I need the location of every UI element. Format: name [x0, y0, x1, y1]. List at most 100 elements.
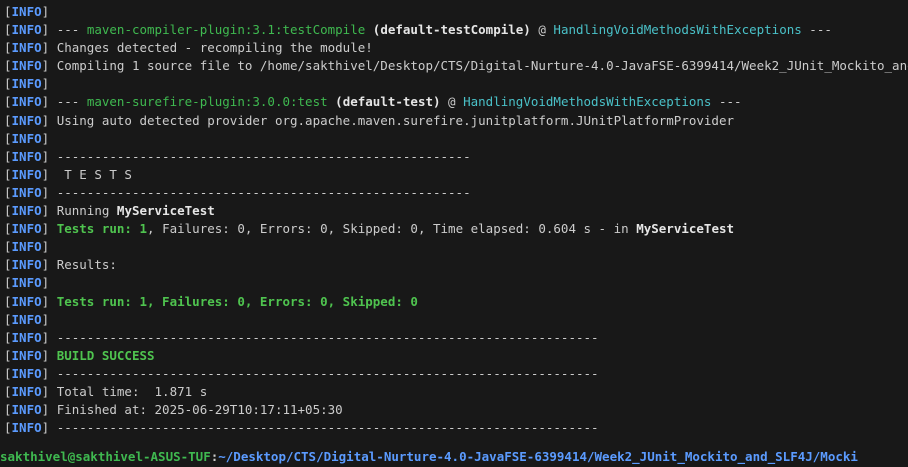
log-level-bracket: [	[4, 329, 12, 345]
log-level-bracket: ]	[41, 275, 57, 291]
log-text-segment: HandlingVoidMethodsWithExceptions	[463, 94, 712, 110]
log-level-bracket: ]	[41, 239, 57, 255]
log-line: [INFO] ---------------------------------…	[4, 365, 908, 383]
terminal-window[interactable]: [INFO] [INFO] --- maven-compiler-plugin:…	[0, 0, 908, 467]
log-level-tag: INFO	[11, 347, 42, 363]
log-level-bracket: ]	[41, 148, 57, 164]
log-line: [INFO]	[4, 274, 908, 292]
log-level-tag: INFO	[11, 148, 42, 164]
log-text-segment: Using auto detected provider org.apache.…	[56, 112, 735, 128]
log-level-bracket: ]	[41, 221, 57, 237]
log-line: [INFO] --- maven-compiler-plugin:3.1:tes…	[4, 21, 908, 39]
log-level-tag: INFO	[11, 76, 42, 92]
log-level-bracket: [	[4, 40, 12, 56]
log-line: [INFO] T E S T S	[4, 166, 908, 184]
log-level-tag: INFO	[11, 58, 42, 74]
log-level-tag: INFO	[11, 221, 42, 237]
log-line: [INFO]	[4, 311, 908, 329]
log-line: [INFO]	[4, 130, 908, 148]
log-level-bracket: [	[4, 184, 12, 200]
log-line: [INFO] ---------------------------------…	[4, 329, 908, 347]
log-level-tag: INFO	[11, 383, 42, 399]
log-level-bracket: ]	[41, 347, 57, 363]
log-level-bracket: ]	[41, 365, 57, 381]
terminal-output: [INFO] [INFO] --- maven-compiler-plugin:…	[4, 3, 908, 437]
log-level-bracket: [	[4, 22, 12, 38]
log-text-segment: maven-compiler-plugin:3.1:testCompile	[86, 22, 366, 38]
log-text-segment: ---	[56, 22, 87, 38]
log-text-segment: (default-test)	[327, 94, 441, 110]
log-line: [INFO] Compiling 1 source file to /home/…	[4, 57, 908, 75]
log-text-segment: MyServiceTest	[636, 221, 735, 237]
log-level-bracket: ]	[41, 94, 57, 110]
log-level-tag: INFO	[11, 166, 42, 182]
log-level-tag: INFO	[11, 257, 42, 273]
log-level-tag: INFO	[11, 420, 42, 436]
log-level-bracket: ]	[41, 402, 57, 418]
log-line: [INFO] Total time: 1.871 s	[4, 383, 908, 401]
log-text-segment: Finished at: 2025-06-29T10:17:11+05:30	[56, 402, 343, 418]
log-level-bracket: [	[4, 347, 12, 363]
log-line: [INFO] Tests run: 1, Failures: 0, Errors…	[4, 293, 908, 311]
log-text-segment: HandlingVoidMethodsWithExceptions	[553, 22, 802, 38]
log-level-bracket: [	[4, 402, 12, 418]
log-level-bracket: [	[4, 148, 12, 164]
shell-prompt[interactable]: sakthivel@sakthivel-ASUS-TUF:~/Desktop/C…	[0, 447, 908, 467]
log-line: [INFO] Running MyServiceTest	[4, 202, 908, 220]
log-line: [INFO]	[4, 75, 908, 93]
log-level-tag: INFO	[11, 22, 42, 38]
log-level-bracket: ]	[41, 112, 57, 128]
log-level-tag: INFO	[11, 365, 42, 381]
log-level-tag: INFO	[11, 293, 42, 309]
log-level-bracket: [	[4, 166, 12, 182]
log-text-segment: ----------------------------------------…	[56, 184, 471, 200]
log-text-segment: ---	[711, 94, 742, 110]
log-level-bracket: [	[4, 4, 12, 19]
log-level-bracket: [	[4, 257, 12, 273]
log-level-bracket: [	[4, 239, 12, 255]
log-level-tag: INFO	[11, 311, 42, 327]
log-line: [INFO] ---------------------------------…	[4, 184, 908, 202]
log-level-bracket: ]	[41, 58, 57, 74]
log-line: [INFO] ---------------------------------…	[4, 419, 908, 437]
log-line: [INFO] Results:	[4, 256, 908, 274]
log-level-tag: INFO	[11, 4, 42, 19]
log-level-bracket: ]	[41, 329, 57, 345]
log-line: [INFO] Using auto detected provider org.…	[4, 112, 908, 130]
log-level-bracket: ]	[41, 4, 57, 19]
log-level-bracket: [	[4, 293, 12, 309]
log-level-bracket: [	[4, 420, 12, 436]
log-level-bracket: [	[4, 365, 12, 381]
log-level-tag: INFO	[11, 239, 42, 255]
log-text-segment: ----------------------------------------…	[56, 365, 599, 381]
log-level-bracket: ]	[41, 203, 57, 219]
log-text-segment: T E S T S	[56, 166, 132, 182]
log-level-bracket: ]	[41, 311, 57, 327]
log-line: [INFO]	[4, 238, 908, 256]
log-level-tag: INFO	[11, 130, 42, 146]
log-text-segment: ---	[56, 94, 87, 110]
log-level-bracket: ]	[41, 130, 57, 146]
log-level-bracket: ]	[41, 184, 57, 200]
log-text-segment: , Failures: 0, Errors: 0, Skipped: 0, Ti…	[147, 221, 637, 237]
log-text-segment: Compiling 1 source file to /home/sakthiv…	[56, 58, 908, 74]
log-level-tag: INFO	[11, 329, 42, 345]
log-text-segment: BUILD SUCCESS	[56, 347, 155, 363]
log-text-segment: Changes detected - recompiling the modul…	[56, 40, 373, 56]
log-text-segment: MyServiceTest	[116, 203, 215, 219]
log-level-bracket: ]	[41, 383, 57, 399]
log-text-segment: @	[530, 22, 554, 38]
log-text-segment: Results:	[56, 257, 117, 273]
log-level-bracket: [	[4, 112, 12, 128]
log-line: [INFO]	[4, 3, 908, 21]
log-text-segment: ----------------------------------------…	[56, 329, 599, 345]
log-line: [INFO] --- maven-surefire-plugin:3.0.0:t…	[4, 93, 908, 111]
log-level-bracket: ]	[41, 76, 57, 92]
log-level-bracket: [	[4, 383, 12, 399]
log-level-bracket: ]	[41, 40, 57, 56]
log-text-segment: ----------------------------------------…	[56, 148, 471, 164]
log-level-tag: INFO	[11, 94, 42, 110]
prompt-user-host: sakthivel@sakthivel-ASUS-TUF	[0, 449, 211, 464]
log-text-segment: (default-testCompile)	[365, 22, 531, 38]
log-level-bracket: [	[4, 203, 12, 219]
